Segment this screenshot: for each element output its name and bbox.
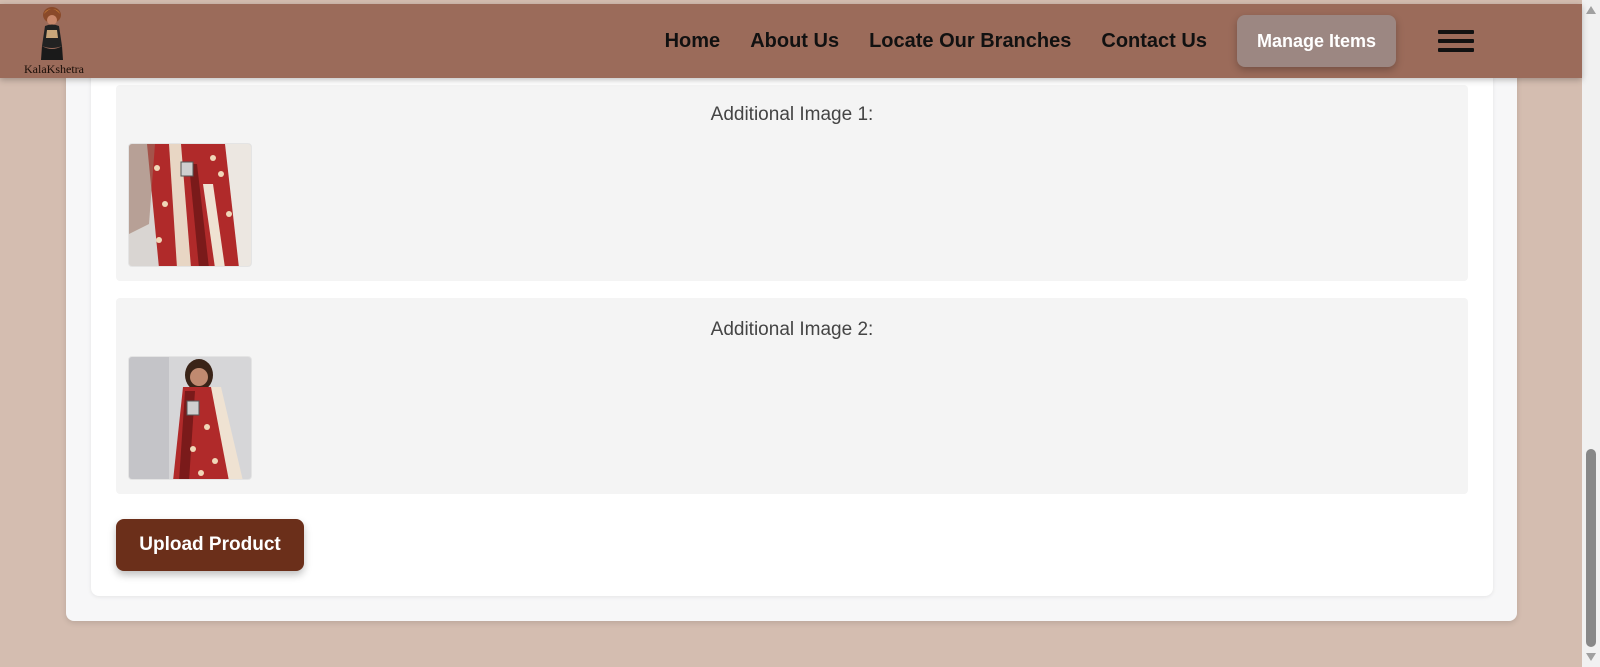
upload-product-button[interactable]: Upload Product bbox=[116, 519, 304, 571]
scroll-up-arrow-icon[interactable] bbox=[1586, 6, 1596, 14]
scroll-down-arrow-icon[interactable] bbox=[1586, 653, 1596, 661]
additional-image-2-preview[interactable] bbox=[128, 356, 252, 480]
additional-image-1-preview[interactable] bbox=[128, 143, 252, 267]
additional-image-1-label: Additional Image 1: bbox=[710, 104, 874, 125]
nav-about-us[interactable]: About Us bbox=[750, 30, 839, 53]
nav-links: Home About Us Locate Our Branches Contac… bbox=[650, 4, 1582, 78]
additional-image-2-section: Additional Image 2: bbox=[116, 298, 1468, 494]
saree-photo-1 bbox=[129, 144, 251, 266]
nav-locate-branches[interactable]: Locate Our Branches bbox=[869, 30, 1071, 53]
brand-logo[interactable]: KalaKshetra bbox=[22, 4, 96, 78]
scrollbar-thumb[interactable] bbox=[1586, 449, 1596, 647]
additional-image-1-section: Additional Image 1: bbox=[116, 85, 1468, 281]
woman-figure-logo-icon bbox=[41, 7, 63, 60]
nav-contact-us[interactable]: Contact Us bbox=[1101, 30, 1207, 53]
navbar: KalaKshetra Home About Us Locate Our Bra… bbox=[0, 4, 1582, 78]
additional-image-2-label: Additional Image 2: bbox=[710, 319, 874, 340]
page-scrollbar[interactable] bbox=[1582, 0, 1600, 667]
hamburger-menu-icon[interactable] bbox=[1438, 29, 1474, 53]
manage-items-button[interactable]: Manage Items bbox=[1236, 15, 1396, 67]
nav-home[interactable]: Home bbox=[665, 30, 721, 53]
brand-name: KalaKshetra bbox=[24, 62, 84, 76]
saree-photo-2 bbox=[129, 357, 251, 479]
